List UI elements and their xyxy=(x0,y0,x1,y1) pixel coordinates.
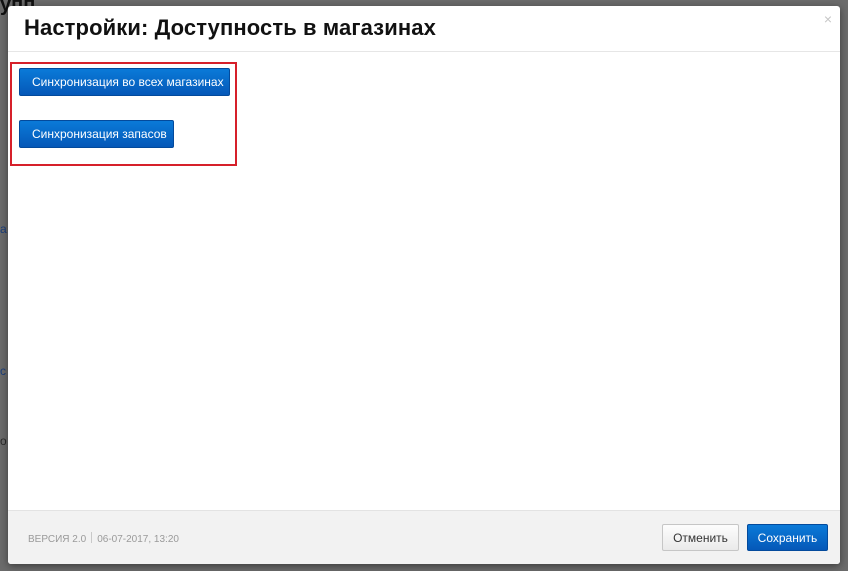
cancel-button[interactable]: Отменить xyxy=(662,524,739,551)
settings-dialog: Настройки: Доступность в магазинах × Син… xyxy=(8,6,840,564)
dialog-header: Настройки: Доступность в магазинах × xyxy=(8,6,840,52)
close-icon[interactable]: × xyxy=(824,11,832,27)
version-info: ВЕРСИЯ 2.0 06-07-2017, 13:20 xyxy=(28,532,179,545)
sync-stock-button[interactable]: Синхронизация запасов xyxy=(19,120,174,148)
background-text-fragment: а xyxy=(0,222,7,236)
background-text-fragment: с xyxy=(0,364,6,378)
version-timestamp: 06-07-2017, 13:20 xyxy=(97,534,179,545)
background-text-fragment: о xyxy=(0,434,7,448)
version-separator xyxy=(91,532,93,543)
dialog-body: Синхронизация во всех магазинах Синхрони… xyxy=(8,52,840,510)
dialog-footer: ВЕРСИЯ 2.0 06-07-2017, 13:20 Отменить Сох… xyxy=(8,510,840,564)
save-button[interactable]: Сохранить xyxy=(747,524,828,551)
sync-all-stores-button[interactable]: Синхронизация во всех магазинах xyxy=(19,68,230,96)
version-label: ВЕРСИЯ 2.0 xyxy=(28,534,87,545)
dialog-title: Настройки: Доступность в магазинах xyxy=(24,15,436,40)
